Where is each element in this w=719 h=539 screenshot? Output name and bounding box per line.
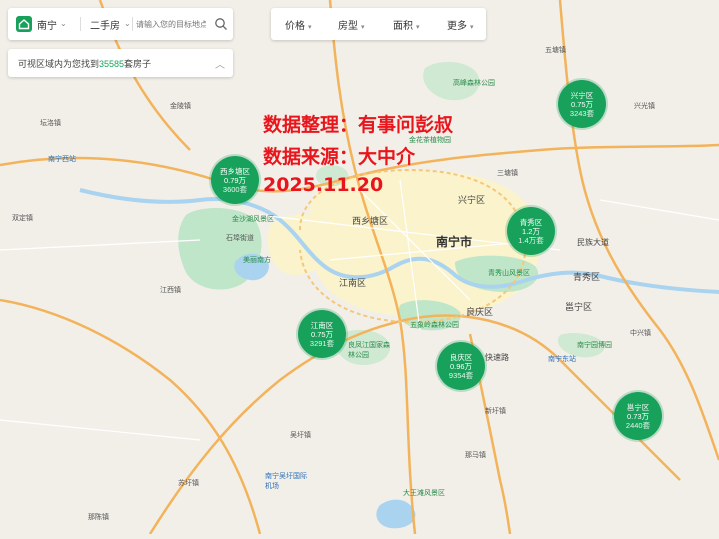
map-canvas[interactable]	[0, 0, 719, 535]
district-bubble-liangqing[interactable]: 良庆区 0.96万 9354套	[437, 342, 485, 390]
filter-more[interactable]: 更多 ▾	[447, 17, 474, 32]
district-price: 1.2万	[522, 227, 540, 236]
house-type-selector[interactable]: 二手房	[90, 17, 120, 32]
district-name: 邕宁区	[626, 403, 650, 412]
result-suffix: 套房子	[124, 59, 152, 69]
district-name: 西乡塘区	[220, 167, 250, 176]
overlay-source: 数据来源：大中介	[263, 146, 416, 168]
overlay-date: 2025.11.20	[263, 174, 384, 196]
search-input[interactable]	[136, 17, 206, 31]
district-count: 3243套	[569, 109, 595, 118]
filter-bar[interactable]: 价格 ▾ 房型 ▾ 面积 ▾ 更多 ▾	[271, 8, 486, 40]
home-icon[interactable]	[16, 16, 32, 32]
district-bubble-xixiangtang[interactable]: 西乡塘区 0.79万 3600套	[211, 156, 259, 204]
district-name: 江南区	[310, 321, 334, 330]
chevron-down-icon: ▾	[361, 24, 365, 31]
district-price: 0.75万	[570, 100, 594, 109]
divider	[80, 17, 81, 31]
district-count: 3600套	[222, 185, 248, 194]
chevron-up-icon[interactable]: ︿	[215, 56, 225, 71]
filter-room-type-label: 房型	[338, 21, 358, 32]
district-count: 1.4万套	[518, 236, 544, 245]
district-bubble-jiangnan[interactable]: 江南区 0.75万 3291套	[298, 310, 346, 358]
chevron-down-icon: ▾	[470, 24, 474, 31]
overlay-credit: 数据整理：有事问彭叔	[263, 114, 454, 136]
district-name: 青秀区	[519, 218, 543, 227]
district-count: 2440套	[625, 421, 651, 430]
filter-price-label: 价格	[285, 21, 305, 32]
district-price: 0.96万	[449, 362, 473, 371]
result-prefix: 可视区域内为您找到	[18, 59, 100, 69]
district-bubble-qingxiu[interactable]: 青秀区 1.2万 1.4万套	[507, 207, 555, 255]
search-icon[interactable]	[214, 17, 228, 31]
chevron-down-icon[interactable]: ⌄	[60, 19, 67, 28]
district-count: 9354套	[448, 371, 474, 380]
district-name: 良庆区	[449, 353, 473, 362]
district-price: 0.73万	[626, 412, 650, 421]
result-count: 35585	[99, 59, 125, 69]
district-bubble-xingning[interactable]: 兴宁区 0.75万 3243套	[558, 80, 606, 128]
filter-room-type[interactable]: 房型 ▾	[338, 17, 365, 32]
chevron-down-icon[interactable]: ⌄	[124, 19, 131, 28]
city-selector[interactable]: 南宁	[37, 17, 57, 32]
map-svg[interactable]	[0, 0, 719, 535]
chevron-down-icon: ▾	[416, 24, 420, 31]
district-price: 0.75万	[310, 330, 334, 339]
result-summary[interactable]: 可视区域内为您找到35585套房子 ︿	[8, 49, 233, 77]
chevron-down-icon: ▾	[308, 24, 312, 31]
result-text: 可视区域内为您找到35585套房子	[18, 57, 151, 70]
district-name: 兴宁区	[570, 91, 594, 100]
district-price: 0.79万	[223, 176, 247, 185]
search-bar[interactable]: 南宁 ⌄ 二手房 ⌄	[8, 8, 233, 40]
divider	[132, 17, 133, 31]
district-count: 3291套	[309, 339, 335, 348]
district-bubble-yongning[interactable]: 邕宁区 0.73万 2440套	[614, 392, 662, 440]
filter-area-label: 面积	[393, 21, 413, 32]
filter-price[interactable]: 价格 ▾	[285, 17, 312, 32]
filter-area[interactable]: 面积 ▾	[393, 17, 420, 32]
filter-more-label: 更多	[447, 21, 467, 32]
